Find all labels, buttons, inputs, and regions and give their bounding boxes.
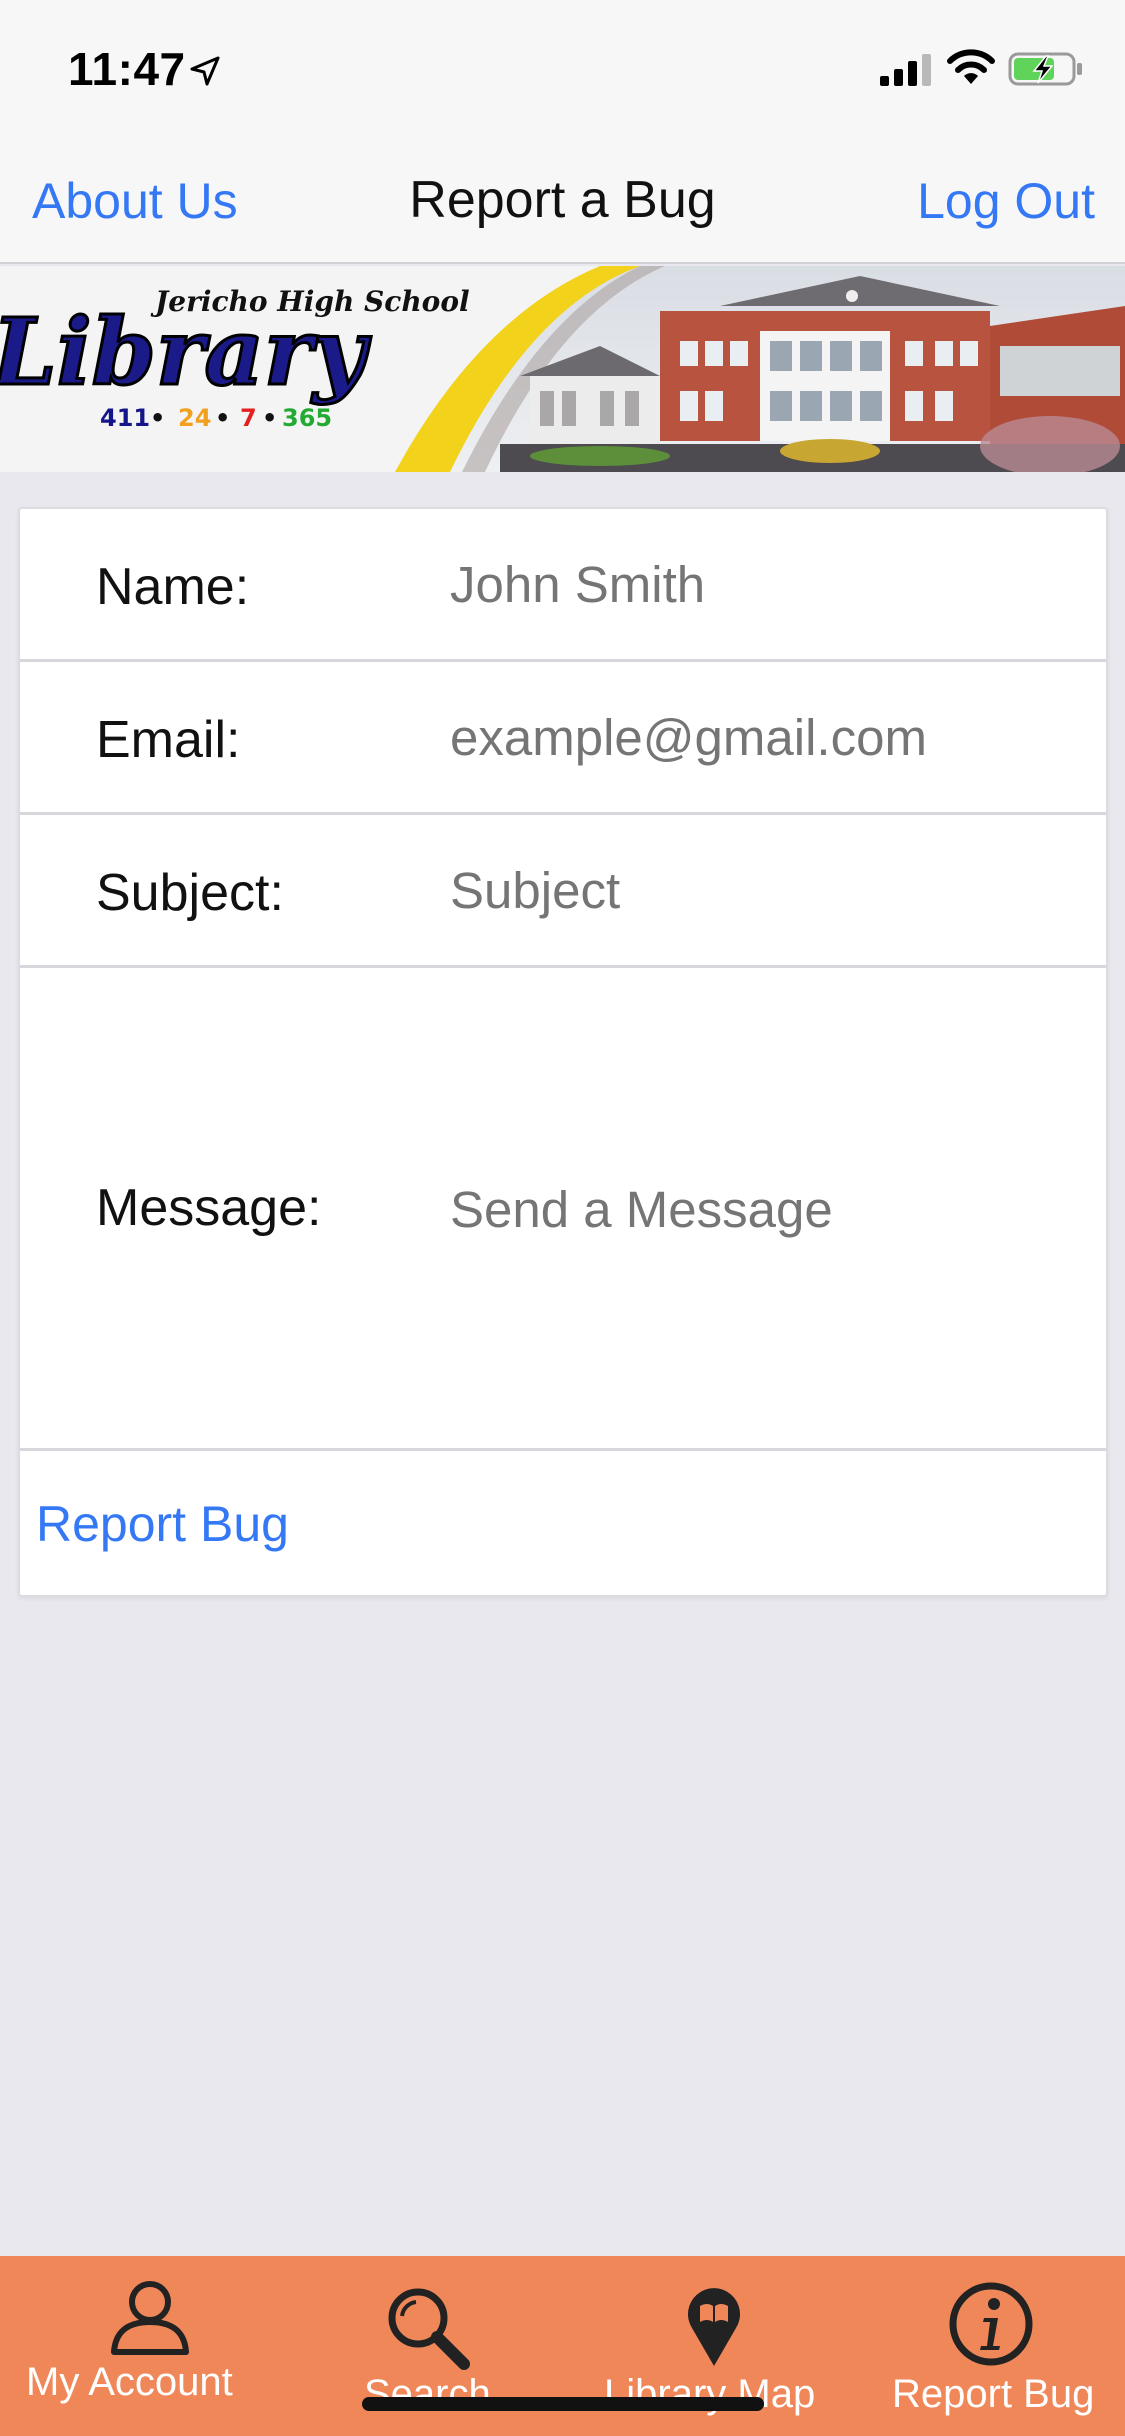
name-input[interactable] [450, 549, 1070, 619]
banner-hours-3: 7 [240, 404, 257, 432]
status-bar: 11:47 [0, 0, 1125, 132]
svg-text:•: • [215, 404, 230, 432]
tab-my-account[interactable]: My Account [0, 2256, 280, 2436]
email-input[interactable] [450, 702, 1070, 772]
search-icon [388, 2288, 470, 2370]
email-row: Email: [20, 662, 1106, 815]
info-icon [949, 2282, 1033, 2366]
banner-hours-2: 24 [178, 404, 211, 432]
cellular-signal-icon [880, 54, 931, 86]
navigation-bar: About Us Report a Bug Log Out [0, 132, 1125, 264]
message-label: Message: [96, 1179, 322, 1237]
svg-text:•: • [150, 404, 165, 432]
log-out-button[interactable]: Log Out [917, 172, 1095, 230]
home-indicator[interactable] [362, 2397, 764, 2411]
message-input[interactable] [450, 1174, 1070, 1244]
banner-hours-1: 411 [100, 404, 150, 432]
status-time: 11:47 [68, 43, 186, 95]
banner-library-word: Library [0, 298, 372, 406]
tab-report-bug-label: Report Bug [892, 2372, 1095, 2416]
location-arrow-icon [190, 56, 220, 86]
email-label: Email: [96, 711, 241, 769]
bug-report-form: Name: Email: Subject: Message: Report Bu… [18, 507, 1108, 1597]
svg-text:•: • [262, 404, 277, 432]
tab-report-bug[interactable]: Report Bug [870, 2256, 1125, 2436]
library-banner: Jericho High School Library 411 • 24 • 7… [0, 266, 1125, 472]
wifi-icon [947, 49, 995, 84]
tab-my-account-label: My Account [26, 2360, 233, 2404]
banner-hours-4: 365 [282, 404, 332, 432]
person-icon [111, 2281, 189, 2355]
subject-label: Subject: [96, 864, 284, 922]
banner-illustration: Jericho High School Library 411 • 24 • 7… [0, 266, 1125, 472]
map-pin-book-icon [688, 2288, 740, 2366]
subject-input[interactable] [450, 855, 1070, 925]
battery-charging-icon [1008, 52, 1082, 86]
subject-row: Subject: [20, 815, 1106, 968]
message-row: Message: [20, 968, 1106, 1451]
name-row: Name: [20, 509, 1106, 662]
report-bug-submit-button[interactable]: Report Bug [36, 1495, 289, 1553]
name-label: Name: [96, 558, 250, 616]
